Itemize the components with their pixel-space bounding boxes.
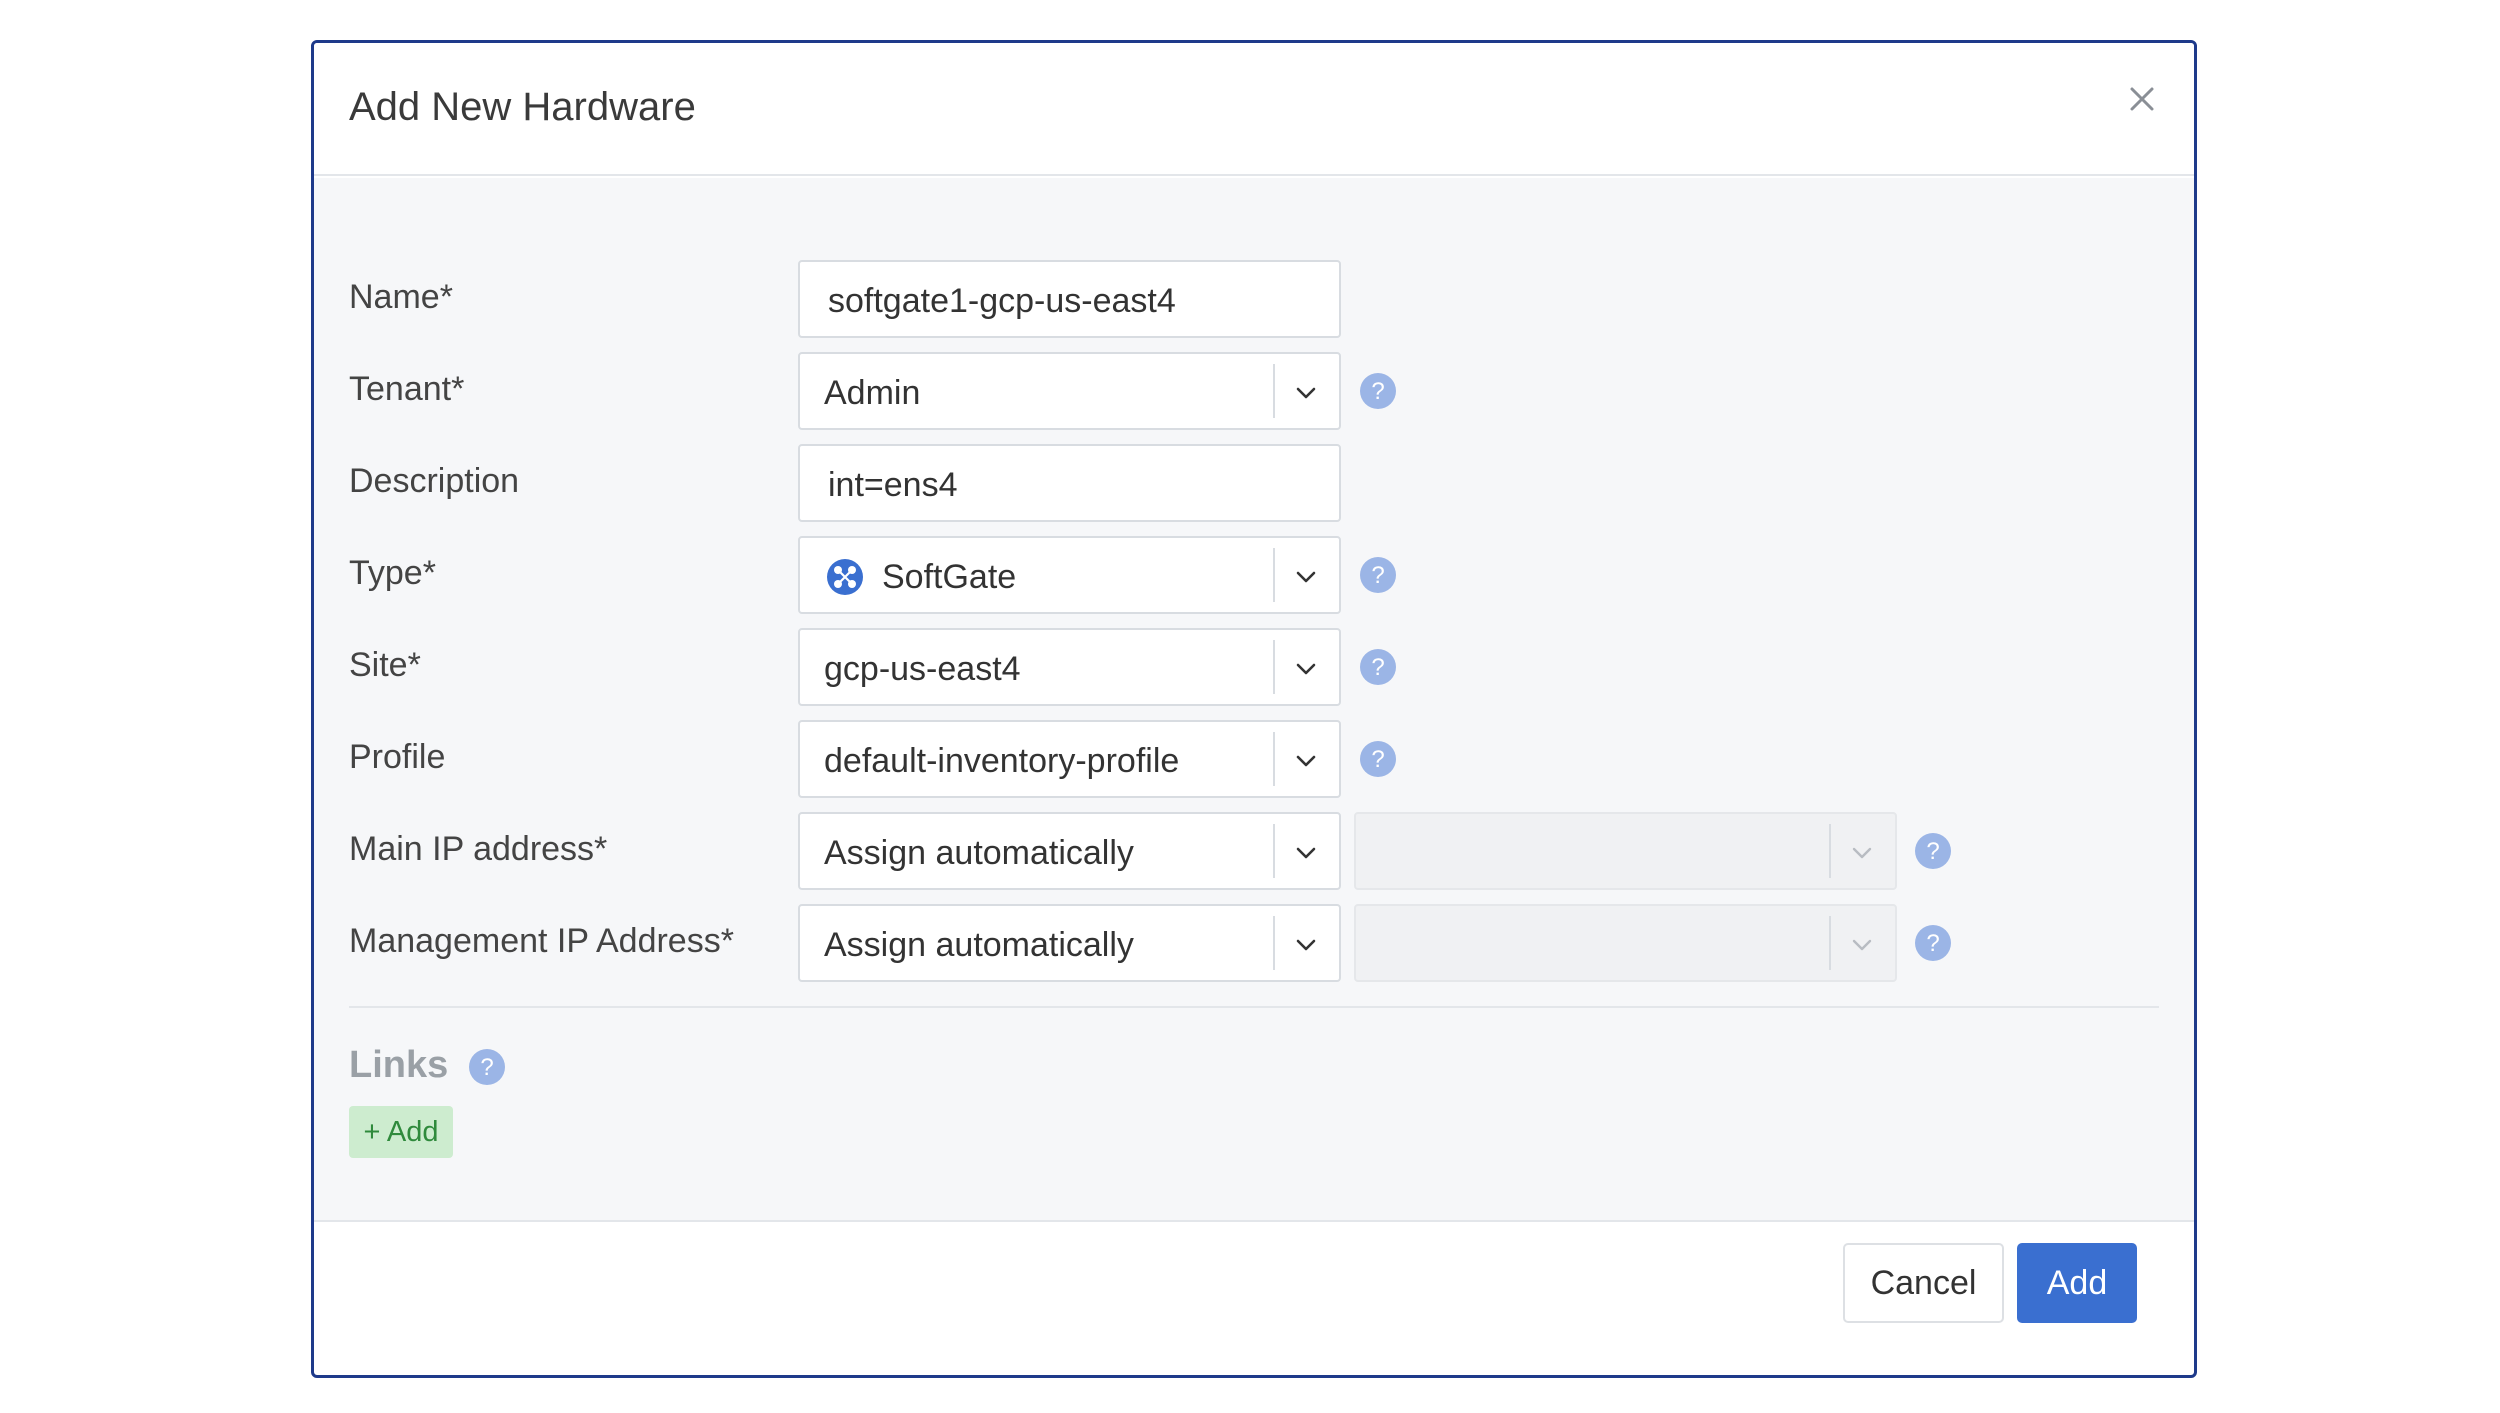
dialog-header: Add New Hardware bbox=[314, 43, 2194, 176]
management-ip-mode-select[interactable]: Assign automatically bbox=[798, 904, 1341, 982]
main-ip-label: Main IP address* bbox=[349, 830, 608, 868]
help-icon[interactable]: ? bbox=[1359, 372, 1397, 410]
select-separator bbox=[1273, 640, 1275, 694]
add-button[interactable]: Add bbox=[2017, 1243, 2137, 1323]
chevron-down-icon bbox=[1296, 847, 1316, 859]
help-icon[interactable]: ? bbox=[1359, 556, 1397, 594]
close-icon bbox=[2130, 87, 2154, 111]
profile-value: default-inventory-profile bbox=[824, 742, 1180, 780]
chevron-down-icon bbox=[1296, 939, 1316, 951]
name-value: softgate1-gcp-us-east4 bbox=[828, 282, 1176, 320]
chevron-down-icon bbox=[1852, 847, 1872, 859]
description-value: int=ens4 bbox=[828, 466, 958, 504]
description-row: Description int=ens4 bbox=[314, 444, 2194, 522]
tenant-label: Tenant* bbox=[349, 370, 465, 408]
description-input[interactable]: int=ens4 bbox=[798, 444, 1341, 522]
main-ip-row: Main IP address* Assign automatically ? bbox=[314, 812, 2194, 890]
profile-row: Profile default-inventory-profile ? bbox=[314, 720, 2194, 798]
management-ip-label: Management IP Address* bbox=[349, 922, 734, 960]
chevron-down-icon bbox=[1296, 755, 1316, 767]
svg-text:?: ? bbox=[1926, 838, 1939, 865]
main-ip-address-select bbox=[1354, 812, 1897, 890]
help-icon[interactable]: ? bbox=[1914, 832, 1952, 870]
help-icon[interactable]: ? bbox=[1359, 648, 1397, 686]
site-row: Site* gcp-us-east4 ? bbox=[314, 628, 2194, 706]
type-row: Type* SoftGate ? bbox=[314, 536, 2194, 614]
close-button[interactable] bbox=[2122, 79, 2162, 119]
select-separator bbox=[1273, 732, 1275, 786]
site-select[interactable]: gcp-us-east4 bbox=[798, 628, 1341, 706]
svg-text:?: ? bbox=[1371, 562, 1384, 589]
dialog-body: Name* softgate1-gcp-us-east4 Tenant* Adm… bbox=[314, 178, 2194, 1222]
chevron-down-icon bbox=[1296, 387, 1316, 399]
name-row: Name* softgate1-gcp-us-east4 bbox=[314, 260, 2194, 338]
select-separator bbox=[1829, 916, 1831, 970]
management-ip-mode-value: Assign automatically bbox=[824, 926, 1134, 964]
help-icon[interactable]: ? bbox=[1914, 924, 1952, 962]
type-select[interactable]: SoftGate bbox=[798, 536, 1341, 614]
chevron-down-icon bbox=[1296, 571, 1316, 583]
help-icon[interactable]: ? bbox=[1359, 740, 1397, 778]
links-heading: Links bbox=[349, 1044, 449, 1086]
cancel-button[interactable]: Cancel bbox=[1843, 1243, 2004, 1323]
site-value: gcp-us-east4 bbox=[824, 650, 1021, 688]
management-ip-address-select bbox=[1354, 904, 1897, 982]
description-label: Description bbox=[349, 462, 520, 500]
select-separator bbox=[1273, 364, 1275, 418]
add-hardware-dialog: Add New Hardware Name* softgate1-gcp-us-… bbox=[311, 40, 2197, 1378]
profile-label: Profile bbox=[349, 738, 446, 776]
tenant-select[interactable]: Admin bbox=[798, 352, 1341, 430]
tenant-value: Admin bbox=[824, 374, 921, 412]
name-label: Name* bbox=[349, 278, 453, 316]
svg-text:?: ? bbox=[1926, 930, 1939, 957]
profile-select[interactable]: default-inventory-profile bbox=[798, 720, 1341, 798]
main-ip-mode-select[interactable]: Assign automatically bbox=[798, 812, 1341, 890]
svg-text:?: ? bbox=[1371, 378, 1384, 405]
site-label: Site* bbox=[349, 646, 421, 684]
dialog-title: Add New Hardware bbox=[349, 85, 696, 129]
softgate-icon bbox=[827, 559, 863, 595]
svg-text:?: ? bbox=[1371, 746, 1384, 773]
section-divider bbox=[349, 1006, 2159, 1008]
management-ip-row: Management IP Address* Assign automatica… bbox=[314, 904, 2194, 982]
svg-text:?: ? bbox=[480, 1054, 493, 1081]
help-icon[interactable]: ? bbox=[468, 1048, 506, 1086]
tenant-row: Tenant* Admin ? bbox=[314, 352, 2194, 430]
type-label: Type* bbox=[349, 554, 436, 592]
chevron-down-icon bbox=[1296, 663, 1316, 675]
select-separator bbox=[1273, 916, 1275, 970]
select-separator bbox=[1273, 824, 1275, 878]
type-value: SoftGate bbox=[882, 558, 1017, 596]
main-ip-mode-value: Assign automatically bbox=[824, 834, 1134, 872]
svg-text:?: ? bbox=[1371, 654, 1384, 681]
chevron-down-icon bbox=[1852, 939, 1872, 951]
select-separator bbox=[1829, 824, 1831, 878]
name-input[interactable]: softgate1-gcp-us-east4 bbox=[798, 260, 1341, 338]
add-link-button[interactable]: + Add bbox=[349, 1106, 453, 1158]
select-separator bbox=[1273, 548, 1275, 602]
